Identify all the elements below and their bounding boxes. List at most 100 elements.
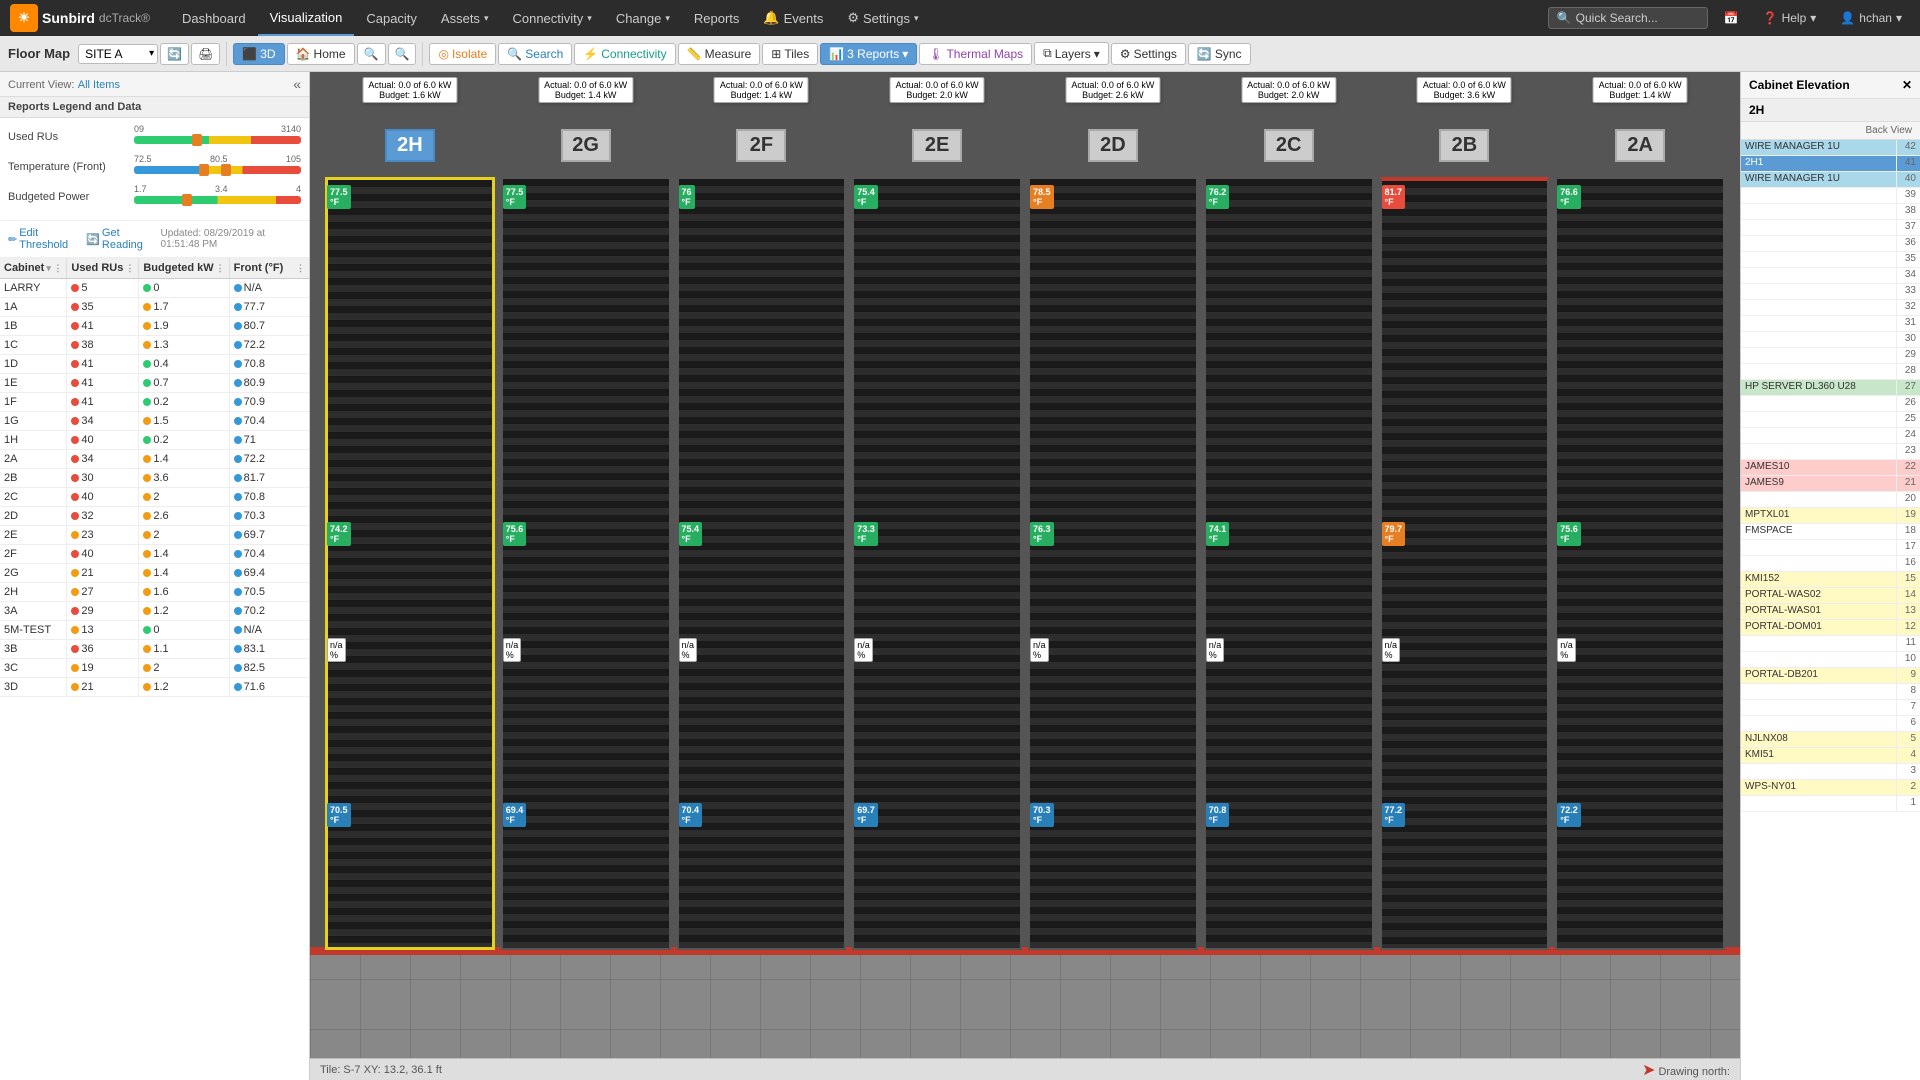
nav-dashboard[interactable]: Dashboard: [170, 0, 258, 36]
elevation-row[interactable]: JAMES10 22: [1741, 460, 1920, 476]
nav-reports[interactable]: Reports: [682, 0, 752, 36]
elevation-row[interactable]: JAMES9 21: [1741, 476, 1920, 492]
table-row[interactable]: 1B 41 1.9 80.7: [0, 317, 309, 336]
elevation-row[interactable]: 29: [1741, 348, 1920, 364]
elevation-row[interactable]: 25: [1741, 412, 1920, 428]
measure-button[interactable]: 📏 Measure: [678, 43, 761, 65]
table-row[interactable]: 3A 29 1.2 70.2: [0, 602, 309, 621]
nav-events[interactable]: 🔔 Events: [751, 0, 835, 36]
table-row[interactable]: 2H 27 1.6 70.5: [0, 583, 309, 602]
cabinet-2d[interactable]: Actual: 0.0 of 6.0 kWBudget: 2.6 kW 2D 7…: [1028, 127, 1198, 950]
col-used-rus[interactable]: Used RUs ⋮: [67, 258, 139, 279]
current-view-link[interactable]: All Items: [78, 79, 120, 91]
elevation-row[interactable]: 30: [1741, 332, 1920, 348]
nav-connectivity[interactable]: Connectivity ▾: [500, 0, 603, 36]
elevation-row[interactable]: 17: [1741, 540, 1920, 556]
table-row[interactable]: 3C 19 2 82.5: [0, 659, 309, 678]
help-button[interactable]: ❓ Help ▾: [1755, 11, 1825, 25]
col-front-f[interactable]: Front (°F) ⋮: [229, 258, 309, 279]
elevation-row[interactable]: 23: [1741, 444, 1920, 460]
thermal-button[interactable]: 🌡 Thermal Maps: [919, 43, 1032, 65]
home-button[interactable]: 🏠 Home: [287, 43, 355, 65]
settings-tb-button[interactable]: ⚙ Settings: [1111, 43, 1186, 65]
table-row[interactable]: 1D 41 0.4 70.8: [0, 355, 309, 374]
table-row[interactable]: 2C 40 2 70.8: [0, 488, 309, 507]
elevation-row[interactable]: 39: [1741, 188, 1920, 204]
floor-map-area[interactable]: Actual: 0.0 of 6.0 kW Budget: 1.6 kW 2H …: [310, 72, 1740, 1080]
nav-change[interactable]: Change ▾: [604, 0, 682, 36]
elevation-row[interactable]: 36: [1741, 236, 1920, 252]
cabinet-2e[interactable]: Actual: 0.0 of 6.0 kWBudget: 2.0 kW 2E 7…: [852, 127, 1022, 950]
table-row[interactable]: 2A 34 1.4 72.2: [0, 450, 309, 469]
table-row[interactable]: 3D 21 1.2 71.6: [0, 678, 309, 697]
3d-button[interactable]: ⬛ 3D: [233, 43, 284, 65]
collapse-button[interactable]: «: [293, 76, 301, 92]
table-row[interactable]: 2B 30 3.6 81.7: [0, 469, 309, 488]
elevation-row[interactable]: 35: [1741, 252, 1920, 268]
get-reading-link[interactable]: 🔄 Get Reading: [86, 227, 152, 251]
elevation-row[interactable]: PORTAL-WAS01 13: [1741, 604, 1920, 620]
elevation-row[interactable]: PORTAL-DOM01 12: [1741, 620, 1920, 636]
table-row[interactable]: 1F 41 0.2 70.9: [0, 393, 309, 412]
table-row[interactable]: 5M-TEST 13 0 N/A: [0, 621, 309, 640]
col-cabinet[interactable]: Cabinet ▾ ⋮: [0, 258, 67, 279]
elevation-row[interactable]: 32: [1741, 300, 1920, 316]
isolate-button[interactable]: ◎ Isolate: [429, 43, 496, 65]
table-row[interactable]: 3B 36 1.1 83.1: [0, 640, 309, 659]
elevation-row[interactable]: 1: [1741, 796, 1920, 812]
elevation-row[interactable]: 31: [1741, 316, 1920, 332]
elevation-row[interactable]: 16: [1741, 556, 1920, 572]
elevation-row[interactable]: WPS-NY01 2: [1741, 780, 1920, 796]
quick-search-box[interactable]: 🔍 Quick Search...: [1548, 7, 1708, 29]
elevation-row[interactable]: 24: [1741, 428, 1920, 444]
elevation-row[interactable]: 8: [1741, 684, 1920, 700]
elevation-row[interactable]: 26: [1741, 396, 1920, 412]
col-budgeted-kw[interactable]: Budgeted kW ⋮: [139, 258, 229, 279]
elevation-row[interactable]: HP SERVER DL360 U28 27: [1741, 380, 1920, 396]
elevation-row[interactable]: NJLNX08 5: [1741, 732, 1920, 748]
elevation-row[interactable]: 6: [1741, 716, 1920, 732]
site-select[interactable]: SITE A: [78, 44, 158, 64]
table-row[interactable]: 1A 35 1.7 77.7: [0, 298, 309, 317]
table-row[interactable]: LARRY 5 0 N/A: [0, 279, 309, 298]
elevation-row[interactable]: 10: [1741, 652, 1920, 668]
table-row[interactable]: 2G 21 1.4 69.4: [0, 564, 309, 583]
tiles-button[interactable]: ⊞ Tiles: [762, 43, 818, 65]
connectivity-button[interactable]: ⚡ Connectivity: [574, 43, 675, 65]
cabinet-2b[interactable]: Actual: 0.0 of 6.0 kWBudget: 3.6 kW 2B 8…: [1380, 127, 1550, 950]
cabinet-2a[interactable]: Actual: 0.0 of 6.0 kWBudget: 1.4 kW 2A 7…: [1555, 127, 1725, 950]
calendar-button[interactable]: 📅: [1716, 11, 1747, 25]
search-button[interactable]: 🔍 Search: [498, 43, 572, 65]
table-row[interactable]: 1H 40 0.2 71: [0, 431, 309, 450]
nav-assets[interactable]: Assets ▾: [429, 0, 501, 36]
refresh-button[interactable]: 🔄: [160, 43, 189, 65]
table-row[interactable]: 2E 23 2 69.7: [0, 526, 309, 545]
elevation-close-icon[interactable]: ✕: [1902, 78, 1912, 92]
elevation-row[interactable]: 7: [1741, 700, 1920, 716]
table-row[interactable]: 1G 34 1.5 70.4: [0, 412, 309, 431]
elevation-row[interactable]: 28: [1741, 364, 1920, 380]
elevation-row[interactable]: 34: [1741, 268, 1920, 284]
user-button[interactable]: 👤 hchan ▾: [1832, 11, 1910, 25]
elevation-row[interactable]: 11: [1741, 636, 1920, 652]
elevation-row[interactable]: WIRE MANAGER 1U 42: [1741, 140, 1920, 156]
elevation-row[interactable]: MPTXL01 19: [1741, 508, 1920, 524]
elevation-row[interactable]: PORTAL-WAS02 14: [1741, 588, 1920, 604]
layers-button[interactable]: ⧉ Layers ▾: [1034, 42, 1109, 65]
zoom-in-button[interactable]: 🔍: [357, 43, 386, 65]
elevation-row[interactable]: 20: [1741, 492, 1920, 508]
elevation-row[interactable]: 2H1 41: [1741, 156, 1920, 172]
elevation-row[interactable]: KMI51 4: [1741, 748, 1920, 764]
nav-settings[interactable]: ⚙ Settings ▾: [835, 0, 930, 36]
print-button[interactable]: 🖨: [191, 43, 220, 65]
sync-button[interactable]: 🔄 Sync: [1188, 43, 1251, 65]
cabinet-2h[interactable]: Actual: 0.0 of 6.0 kW Budget: 1.6 kW 2H …: [325, 127, 495, 950]
edit-threshold-link[interactable]: ✏ Edit Threshold: [8, 227, 78, 251]
table-row[interactable]: 2D 32 2.6 70.3: [0, 507, 309, 526]
nav-capacity[interactable]: Capacity: [354, 0, 429, 36]
table-row[interactable]: 2F 40 1.4 70.4: [0, 545, 309, 564]
elevation-row[interactable]: 3: [1741, 764, 1920, 780]
cabinet-2g[interactable]: Actual: 0.0 of 6.0 kWBudget: 1.4 kW 2G 7…: [501, 127, 671, 950]
elevation-row[interactable]: PORTAL-DB201 9: [1741, 668, 1920, 684]
elevation-row[interactable]: 33: [1741, 284, 1920, 300]
